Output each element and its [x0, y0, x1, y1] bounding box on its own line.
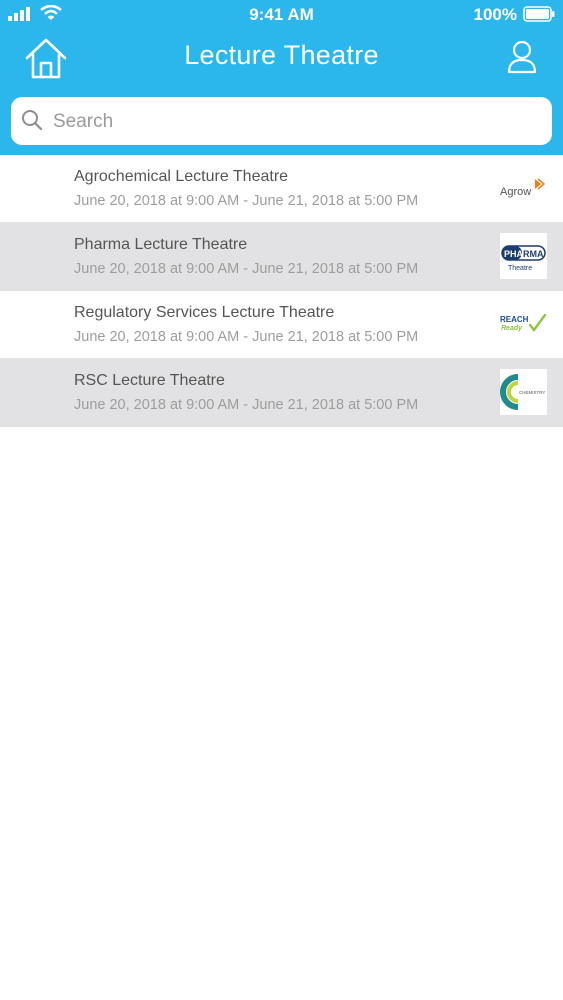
svg-text:Theatre: Theatre — [508, 265, 532, 272]
theatre-name: Pharma Lecture Theatre — [74, 236, 248, 253]
theatre-name: RSC Lecture Theatre — [74, 372, 225, 389]
list-item-agrochemical[interactable]: Agrochemical Lecture Theatre June 20, 20… — [0, 155, 563, 223]
pharma-theatre-logo: PHA RMA Theatre — [500, 233, 547, 279]
list-item-pharma[interactable]: Pharma Lecture Theatre June 20, 2018 at … — [0, 223, 563, 291]
svg-text:Agrow: Agrow — [500, 186, 531, 198]
search-input[interactable] — [51, 105, 535, 139]
theatre-list: Agrochemical Lecture Theatre June 20, 20… — [0, 155, 563, 427]
battery-percent: 100% — [473, 5, 517, 24]
svg-text:REACH: REACH — [500, 315, 529, 324]
svg-text:CHEMISTRY: CHEMISTRY — [519, 390, 545, 395]
list-item-rsc[interactable]: RSC Lecture Theatre June 20, 2018 at 9:0… — [0, 359, 563, 427]
search-bar[interactable] — [11, 97, 552, 145]
theatre-dates: June 20, 2018 at 9:00 AM - June 21, 2018… — [74, 193, 419, 209]
svg-text:RMA: RMA — [523, 249, 544, 259]
list-item-regulatory[interactable]: Regulatory Services Lecture Theatre June… — [0, 291, 563, 359]
user-icon[interactable] — [507, 40, 537, 74]
agrow-logo: Agrow — [500, 178, 546, 198]
theatre-dates: June 20, 2018 at 9:00 AM - June 21, 2018… — [74, 397, 419, 413]
theatre-name: Agrochemical Lecture Theatre — [74, 168, 289, 185]
rsc-logo: CHEMISTRY — [500, 369, 547, 415]
battery-icon — [523, 6, 555, 22]
navigation-bar: Lecture Theatre — [0, 30, 563, 88]
theatre-dates: June 20, 2018 at 9:00 AM - June 21, 2018… — [74, 329, 419, 345]
theatre-name: Regulatory Services Lecture Theatre — [74, 304, 335, 321]
svg-text:Ready: Ready — [501, 325, 523, 332]
svg-text:PHA: PHA — [504, 249, 524, 259]
reach-ready-logo: REACH Ready — [500, 313, 547, 332]
theatre-dates: June 20, 2018 at 9:00 AM - June 21, 2018… — [74, 261, 419, 277]
page-title: Lecture Theatre — [184, 40, 379, 70]
status-bar: 9:41 AM 100% — [0, 0, 563, 30]
header-bar: 9:41 AM 100% Lecture Theatre — [0, 0, 563, 155]
search-icon — [22, 110, 43, 131]
